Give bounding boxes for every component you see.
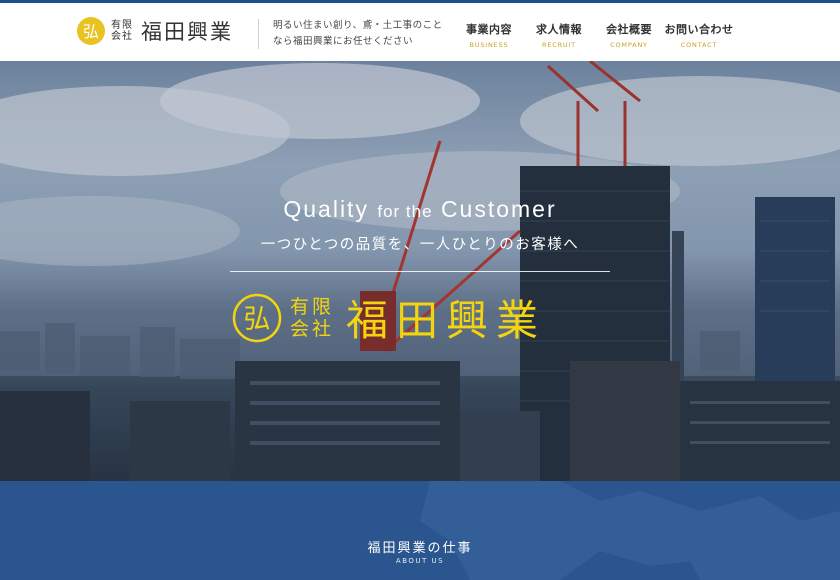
nav-company[interactable]: 会社概要 COMPANY xyxy=(594,21,664,49)
hero-section: Quality for the Customer 一つひとつの品質を、一人ひとり… xyxy=(0,61,840,481)
about-section: 福田興業の仕事 ABOUT US xyxy=(0,481,840,580)
hero-logo-mark-icon: 弘 xyxy=(232,293,282,342)
svg-text:弘: 弘 xyxy=(244,304,271,335)
main-nav: 事業内容 BUSINESS 求人情報 RECRUIT 会社概要 COMPANY … xyxy=(454,21,734,49)
logo-mark-icon: 弘 xyxy=(77,17,105,45)
nav-recruit[interactable]: 求人情報 RECRUIT xyxy=(524,21,594,49)
site-header: 弘 有限 会社 福田興業 明るい住まい創り、鳶・土工事のこと なら福田興業にお任… xyxy=(0,0,840,61)
about-map-background xyxy=(420,481,840,580)
about-title: 福田興業の仕事 xyxy=(367,541,473,556)
nav-business[interactable]: 事業内容 BUSINESS xyxy=(454,21,524,49)
hero-logo-company-type: 有限 会社 xyxy=(290,295,335,340)
header-divider xyxy=(258,19,259,49)
svg-text:弘: 弘 xyxy=(83,22,99,41)
hero-subtitle: 一つひとつの品質を、一人ひとりのお客様へ xyxy=(260,237,580,253)
header-tagline: 明るい住まい創り、鳶・土工事のこと なら福田興業にお任せください xyxy=(273,20,443,47)
hero-logo-company-name: 福田興業 xyxy=(346,296,547,345)
about-subtitle: ABOUT US xyxy=(395,557,445,565)
hero-title: Quality for the Customer xyxy=(283,196,557,222)
hero-divider xyxy=(230,271,610,272)
hero-logo: 弘 有限 会社 福田興業 xyxy=(232,287,546,348)
nav-contact[interactable]: お問い合わせ CONTACT xyxy=(664,21,734,49)
logo-company-name: 福田興業 xyxy=(141,20,233,44)
site-logo[interactable]: 弘 有限 会社 福田興業 xyxy=(76,16,233,46)
logo-company-type: 有限 会社 xyxy=(111,20,133,42)
